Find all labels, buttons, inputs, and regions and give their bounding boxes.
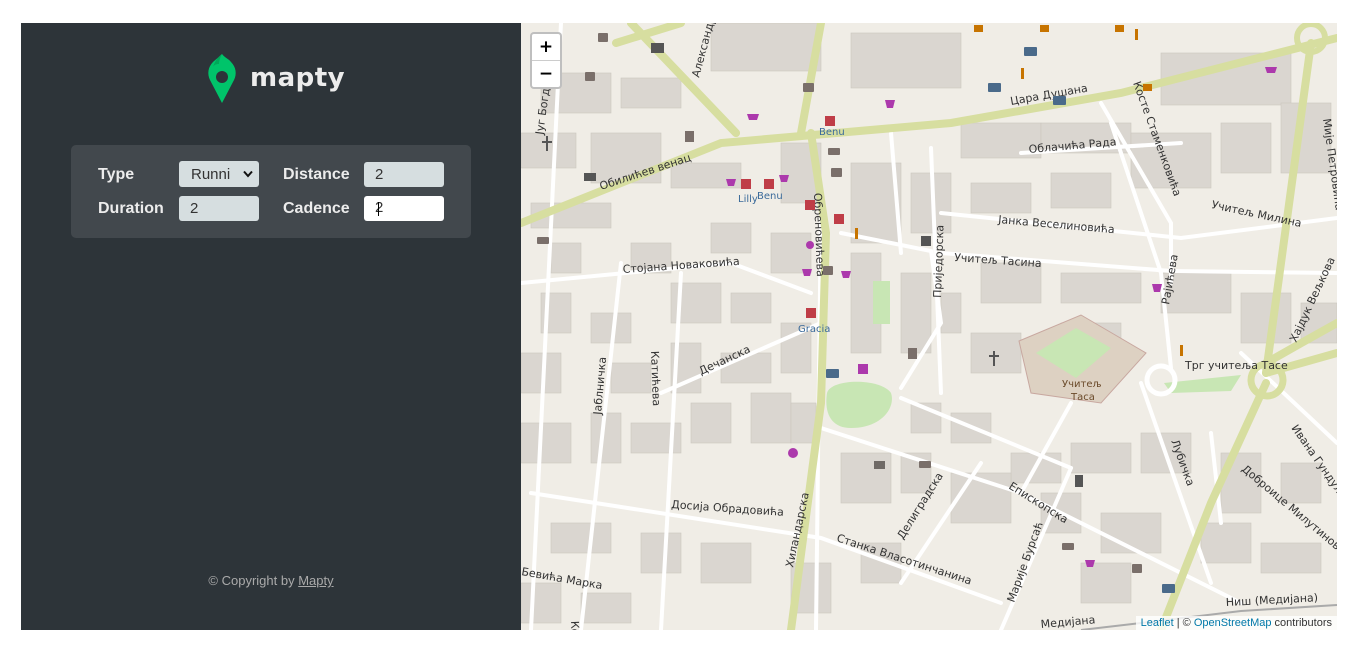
sidebar: mapty Type Runni Distance Duration Caden… [21, 23, 521, 630]
restaurant-icon[interactable] [1135, 29, 1138, 40]
type-label: Type [98, 166, 135, 183]
currency-exchange-icon[interactable] [1162, 584, 1175, 593]
computer-icon[interactable] [831, 168, 842, 177]
fuel-icon[interactable] [908, 348, 917, 359]
copyright-text: © Copyright by [208, 573, 299, 588]
cafe-icon[interactable] [1143, 84, 1152, 91]
brand-name: mapty [250, 63, 346, 93]
duration-input[interactable] [179, 196, 259, 221]
zoom-out-button[interactable]: − [532, 61, 560, 87]
pharmacy-icon[interactable] [741, 179, 751, 189]
cafe-icon[interactable] [1115, 25, 1124, 32]
street-label: Трг учитеља Тасе [1184, 359, 1288, 372]
map-pin-icon [208, 54, 236, 103]
bakery-icon[interactable] [747, 114, 759, 120]
poi-label: Benu [757, 191, 783, 202]
map-attribution: Leaflet | © OpenStreetMap contributors [1135, 616, 1337, 630]
type-select-value: Runni [191, 165, 231, 183]
poi-label: Учитељ [1062, 379, 1102, 390]
cadence-input[interactable]: 2 [364, 196, 444, 221]
workout-form: Type Runni Distance Duration Cadence 2 [71, 145, 471, 238]
atm-icon[interactable] [1062, 543, 1074, 550]
map-tiles[interactable]: Цара Душана Облачића Рада Обилићев венац… [521, 23, 1337, 630]
bus-stop-icon[interactable] [823, 266, 833, 275]
dentist-icon[interactable] [858, 364, 868, 374]
library-icon[interactable] [651, 43, 664, 53]
cadence-value: 2 [375, 199, 384, 216]
pharmacy-icon[interactable] [764, 179, 774, 189]
mapty-link[interactable]: Mapty [298, 573, 333, 588]
logo: mapty [207, 52, 345, 104]
openstreetmap-link[interactable]: OpenStreetMap [1194, 617, 1272, 629]
zoom-in-button[interactable]: + [532, 34, 560, 61]
poi-label: Benu [819, 127, 845, 138]
attribution-separator: | © [1173, 617, 1194, 629]
chevron-down-icon [243, 170, 253, 178]
distance-input[interactable] [364, 162, 444, 187]
currency-exchange-icon[interactable] [1024, 47, 1037, 56]
street-label: Катићева [648, 351, 663, 407]
police-icon[interactable] [921, 236, 931, 246]
map[interactable]: Цара Душана Облачића Рада Обилићев венац… [521, 23, 1337, 630]
type-select[interactable]: Runni [179, 161, 259, 187]
leaflet-link[interactable]: Leaflet [1141, 617, 1174, 629]
bus-stop-icon[interactable] [598, 33, 608, 42]
cafe-icon[interactable] [974, 25, 983, 32]
restaurant-icon[interactable] [1021, 68, 1024, 79]
duration-label: Duration [98, 200, 164, 217]
atm-icon[interactable] [919, 461, 931, 468]
post-office-icon[interactable] [874, 461, 885, 469]
street-label: Приједорска [931, 225, 947, 298]
computer-icon[interactable] [803, 83, 814, 92]
restaurant-icon[interactable] [1180, 345, 1183, 356]
cafe-icon[interactable] [1040, 25, 1049, 32]
art-shop-icon[interactable] [788, 448, 798, 458]
atm-icon[interactable] [828, 148, 840, 155]
bus-stop-icon[interactable] [1132, 564, 1142, 573]
pharmacy-icon[interactable] [834, 214, 844, 224]
pharmacy-icon[interactable] [805, 200, 815, 210]
zoom-control: + − [530, 32, 562, 89]
poi-label: Таса [1070, 392, 1095, 403]
distance-label: Distance [283, 166, 350, 183]
pharmacy-icon[interactable] [806, 308, 816, 318]
street-label: Кочића [568, 621, 582, 630]
atm-icon[interactable] [537, 237, 549, 244]
bakery-icon[interactable] [1265, 67, 1277, 73]
poi-label: Gracia [798, 324, 830, 335]
bus-stop-icon[interactable] [585, 72, 595, 81]
copyright: © Copyright by Mapty [21, 573, 521, 588]
currency-exchange-icon[interactable] [826, 369, 839, 378]
text-cursor [378, 202, 379, 216]
currency-exchange-icon[interactable] [1053, 96, 1066, 105]
currency-exchange-icon[interactable] [988, 83, 1001, 92]
poi-label: Lilly [738, 194, 758, 205]
pharmacy-icon[interactable] [825, 116, 835, 126]
attribution-suffix: contributors [1271, 617, 1332, 629]
fountain-icon[interactable] [806, 241, 814, 249]
cadence-label: Cadence [283, 200, 350, 217]
fuel-icon[interactable] [685, 131, 694, 142]
bed-icon[interactable] [584, 173, 596, 181]
restaurant-icon[interactable] [855, 228, 858, 239]
app-window: mapty Type Runni Distance Duration Caden… [21, 23, 1337, 630]
toilets-icon[interactable] [1075, 475, 1083, 487]
